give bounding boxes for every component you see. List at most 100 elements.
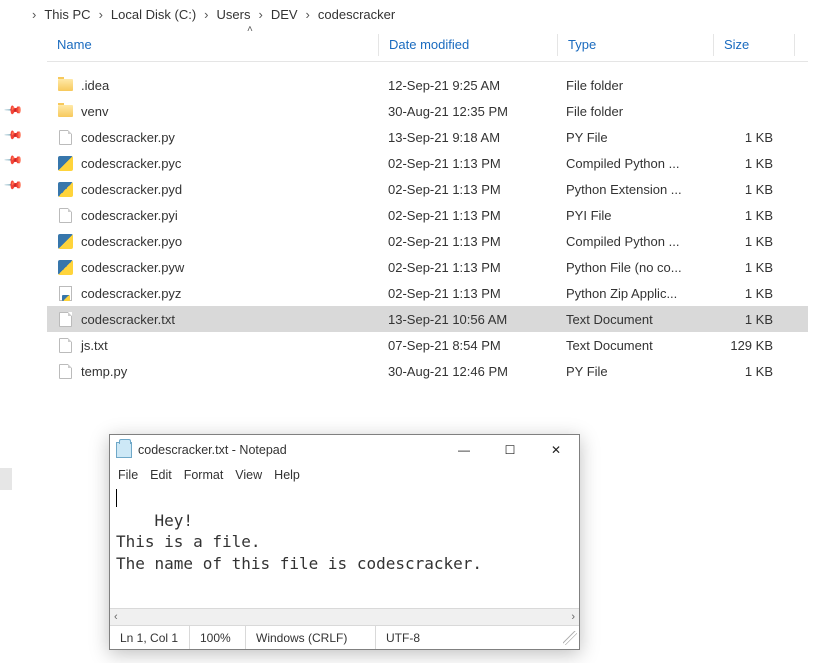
- crumb[interactable]: This PC: [44, 7, 90, 22]
- file-size: 1 KB: [711, 156, 791, 171]
- file-date: 02-Sep-21 1:13 PM: [378, 182, 556, 197]
- menu-view[interactable]: View: [235, 468, 262, 482]
- file-type: Text Document: [556, 312, 711, 327]
- chevron-right-icon: ›: [99, 7, 103, 22]
- file-name: codescracker.pyc: [81, 156, 181, 171]
- file-type: Text Document: [556, 338, 711, 353]
- file-date: 30-Aug-21 12:46 PM: [378, 364, 556, 379]
- file-date: 12-Sep-21 9:25 AM: [378, 78, 556, 93]
- quick-access-pins: 📌 📌 📌 📌: [6, 102, 22, 193]
- crumb[interactable]: DEV: [271, 7, 298, 22]
- file-icon: [57, 311, 73, 327]
- menu-help[interactable]: Help: [274, 468, 300, 482]
- file-name: .idea: [81, 78, 109, 93]
- python-icon: [57, 233, 73, 249]
- file-row[interactable]: codescracker.pyi02-Sep-21 1:13 PMPYI Fil…: [47, 202, 808, 228]
- file-name: js.txt: [81, 338, 108, 353]
- file-name: codescracker.pyz: [81, 286, 181, 301]
- file-date: 13-Sep-21 9:18 AM: [378, 130, 556, 145]
- breadcrumb: › This PC › Local Disk (C:) › Users › DE…: [0, 0, 818, 28]
- file-date: 02-Sep-21 1:13 PM: [378, 208, 556, 223]
- folder-icon: [57, 103, 73, 119]
- column-header-date[interactable]: Date modified: [379, 37, 557, 52]
- file-name: codescracker.py: [81, 130, 175, 145]
- file-type: Python File (no co...: [556, 260, 711, 275]
- pin-icon[interactable]: 📌: [3, 99, 26, 122]
- file-type: PY File: [556, 364, 711, 379]
- column-header-type[interactable]: Type: [558, 37, 713, 52]
- file-row[interactable]: codescracker.pyd 02-Sep-21 1:13 PMPython …: [47, 176, 808, 202]
- notepad-icon: [116, 442, 132, 458]
- file-size: 1 KB: [711, 260, 791, 275]
- file-size: 1 KB: [711, 130, 791, 145]
- close-button[interactable]: ✕: [533, 435, 579, 465]
- file-row[interactable]: venv30-Aug-21 12:35 PMFile folder: [47, 98, 808, 124]
- file-row[interactable]: codescracker.txt13-Sep-21 10:56 AMText D…: [47, 306, 808, 332]
- file-icon: [57, 207, 73, 223]
- notepad-window[interactable]: codescracker.txt - Notepad — ☐ ✕ File Ed…: [109, 434, 580, 650]
- file-type: Python Extension ...: [556, 182, 711, 197]
- menu-edit[interactable]: Edit: [150, 468, 172, 482]
- file-date: 02-Sep-21 1:13 PM: [378, 156, 556, 171]
- file-row[interactable]: codescracker.py 13-Sep-21 9:18 AMPY File1…: [47, 124, 808, 150]
- crumb[interactable]: Users: [217, 7, 251, 22]
- file-size: 1 KB: [711, 364, 791, 379]
- text-content: Hey! This is a file. The name of this fi…: [116, 511, 482, 573]
- status-zoom: 100%: [190, 626, 246, 649]
- status-position: Ln 1, Col 1: [110, 626, 190, 649]
- pin-icon[interactable]: 📌: [3, 149, 26, 172]
- python-icon: [57, 181, 73, 197]
- scroll-left-icon[interactable]: ‹: [114, 611, 118, 623]
- python-icon: [57, 155, 73, 171]
- menu-file[interactable]: File: [118, 468, 138, 482]
- python-icon: [57, 259, 73, 275]
- file-name: codescracker.txt: [81, 312, 175, 327]
- file-row[interactable]: codescracker.pyc 02-Sep-21 1:13 PMCompile…: [47, 150, 808, 176]
- file-name: codescracker.pyi: [81, 208, 178, 223]
- maximize-button[interactable]: ☐: [487, 435, 533, 465]
- column-header-name[interactable]: Name ˄: [47, 37, 378, 52]
- crumb[interactable]: Local Disk (C:): [111, 7, 196, 22]
- column-divider[interactable]: [794, 34, 795, 56]
- file-row[interactable]: codescracker.pyo02-Sep-21 1:13 PMCompile…: [47, 228, 808, 254]
- file-icon: [57, 129, 73, 145]
- file-row[interactable]: .idea12-Sep-21 9:25 AMFile folder: [47, 72, 808, 98]
- file-date: 02-Sep-21 1:13 PM: [378, 260, 556, 275]
- file-name: codescracker.pyd: [81, 182, 182, 197]
- text-area[interactable]: Hey! This is a file. The name of this fi…: [110, 487, 579, 608]
- column-label: Name: [57, 37, 92, 52]
- crumb[interactable]: codescracker: [318, 7, 395, 22]
- file-type: Compiled Python ...: [556, 156, 711, 171]
- text-caret: [116, 489, 117, 507]
- file-row[interactable]: temp.py30-Aug-21 12:46 PMPY File1 KB: [47, 358, 808, 384]
- horizontal-scrollbar[interactable]: ‹ ›: [110, 608, 579, 625]
- resize-grip-icon[interactable]: [563, 631, 577, 645]
- status-encoding: UTF-8: [376, 626, 461, 649]
- status-eol: Windows (CRLF): [246, 626, 376, 649]
- file-row[interactable]: codescracker.pyw02-Sep-21 1:13 PMPython …: [47, 254, 808, 280]
- folder-icon: [57, 77, 73, 93]
- window-title: codescracker.txt - Notepad: [138, 443, 287, 457]
- scroll-right-icon[interactable]: ›: [571, 611, 575, 623]
- sort-ascending-icon: ˄: [247, 24, 253, 35]
- minimize-button[interactable]: —: [441, 435, 487, 465]
- status-bar: Ln 1, Col 1 100% Windows (CRLF) UTF-8: [110, 625, 579, 649]
- chevron-right-icon: ›: [204, 7, 208, 22]
- file-size: 1 KB: [711, 208, 791, 223]
- file-list: .idea12-Sep-21 9:25 AMFile foldervenv30-…: [47, 72, 808, 384]
- titlebar[interactable]: codescracker.txt - Notepad — ☐ ✕: [110, 435, 579, 465]
- file-row[interactable]: js.txt07-Sep-21 8:54 PMText Document129 …: [47, 332, 808, 358]
- pin-icon[interactable]: 📌: [3, 174, 26, 197]
- python-archive-icon: [57, 285, 73, 301]
- menu-format[interactable]: Format: [184, 468, 224, 482]
- column-header-size[interactable]: Size: [714, 37, 794, 52]
- chevron-right-icon: ›: [306, 7, 310, 22]
- file-size: 1 KB: [711, 286, 791, 301]
- sidebar-edge: [0, 468, 12, 490]
- file-row[interactable]: codescracker.pyz02-Sep-21 1:13 PMPython …: [47, 280, 808, 306]
- chevron-right-icon: ›: [32, 7, 36, 22]
- pin-icon[interactable]: 📌: [3, 124, 26, 147]
- file-icon: [57, 337, 73, 353]
- menu-bar: File Edit Format View Help: [110, 465, 579, 487]
- file-type: PY File: [556, 130, 711, 145]
